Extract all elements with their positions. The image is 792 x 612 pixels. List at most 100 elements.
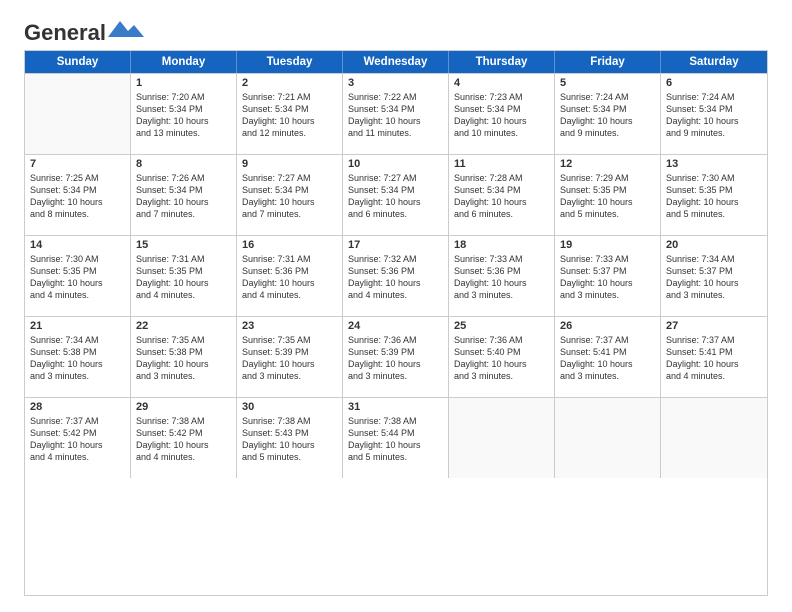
cal-cell	[25, 74, 131, 154]
cal-cell: 25 Sunrise: 7:36 AM Sunset: 5:40 PM Dayli…	[449, 317, 555, 397]
cal-cell: 7 Sunrise: 7:25 AM Sunset: 5:34 PM Daylig…	[25, 155, 131, 235]
cal-cell: 2 Sunrise: 7:21 AM Sunset: 5:34 PM Daylig…	[237, 74, 343, 154]
cell-text: Sunrise: 7:25 AM Sunset: 5:34 PM Dayligh…	[30, 172, 125, 221]
cal-cell: 20 Sunrise: 7:34 AM Sunset: 5:37 PM Dayli…	[661, 236, 767, 316]
day-number: 7	[30, 158, 125, 170]
cal-cell: 14Sunrise: 7:30 AM Sunset: 5:35 PM Dayli…	[25, 236, 131, 316]
cal-cell: 31 Sunrise: 7:38 AM Sunset: 5:44 PM Dayli…	[343, 398, 449, 478]
cal-cell: 11 Sunrise: 7:28 AM Sunset: 5:34 PM Dayli…	[449, 155, 555, 235]
cell-text: Sunrise: 7:33 AM Sunset: 5:36 PM Dayligh…	[454, 253, 549, 302]
day-number: 25	[454, 320, 549, 332]
cell-text: Sunrise: 7:27 AM Sunset: 5:34 PM Dayligh…	[242, 172, 337, 221]
cell-text: Sunrise: 7:31 AM Sunset: 5:36 PM Dayligh…	[242, 253, 337, 302]
calendar: SundayMondayTuesdayWednesdayThursdayFrid…	[24, 50, 768, 596]
cell-text: Sunrise: 7:26 AM Sunset: 5:34 PM Dayligh…	[136, 172, 231, 221]
cal-cell: 24Sunrise: 7:36 AM Sunset: 5:39 PM Dayli…	[343, 317, 449, 397]
cell-text: Sunrise: 7:22 AM Sunset: 5:34 PM Dayligh…	[348, 91, 443, 140]
header-day-sunday: Sunday	[25, 51, 131, 73]
day-number: 2	[242, 77, 337, 89]
cal-cell: 18 Sunrise: 7:33 AM Sunset: 5:36 PM Dayli…	[449, 236, 555, 316]
day-number: 19	[560, 239, 655, 251]
day-number: 31	[348, 401, 443, 413]
day-number: 21	[30, 320, 125, 332]
cal-cell: 3 Sunrise: 7:22 AM Sunset: 5:34 PM Daylig…	[343, 74, 449, 154]
day-number: 26	[560, 320, 655, 332]
day-number: 4	[454, 77, 549, 89]
cal-cell: 28 Sunrise: 7:37 AM Sunset: 5:42 PM Dayli…	[25, 398, 131, 478]
cal-cell: 15Sunrise: 7:31 AM Sunset: 5:35 PM Dayli…	[131, 236, 237, 316]
logo-text: General	[24, 20, 106, 46]
day-number: 11	[454, 158, 549, 170]
day-number: 1	[136, 77, 231, 89]
cal-cell	[555, 398, 661, 478]
cell-text: Sunrise: 7:37 AM Sunset: 5:41 PM Dayligh…	[666, 334, 762, 383]
cal-cell: 19 Sunrise: 7:33 AM Sunset: 5:37 PM Dayli…	[555, 236, 661, 316]
cal-cell: 12Sunrise: 7:29 AM Sunset: 5:35 PM Dayli…	[555, 155, 661, 235]
cell-text: Sunrise: 7:36 AM Sunset: 5:40 PM Dayligh…	[454, 334, 549, 383]
cal-cell: 21Sunrise: 7:34 AM Sunset: 5:38 PM Dayli…	[25, 317, 131, 397]
cal-cell: 9 Sunrise: 7:27 AM Sunset: 5:34 PM Daylig…	[237, 155, 343, 235]
cell-text: Sunrise: 7:37 AM Sunset: 5:42 PM Dayligh…	[30, 415, 125, 464]
cell-text: Sunrise: 7:30 AM Sunset: 5:35 PM Dayligh…	[666, 172, 762, 221]
day-number: 10	[348, 158, 443, 170]
cell-text: Sunrise: 7:21 AM Sunset: 5:34 PM Dayligh…	[242, 91, 337, 140]
cal-cell: 16 Sunrise: 7:31 AM Sunset: 5:36 PM Dayli…	[237, 236, 343, 316]
cal-cell	[449, 398, 555, 478]
calendar-body: 1 Sunrise: 7:20 AM Sunset: 5:34 PM Daylig…	[25, 73, 767, 478]
cell-text: Sunrise: 7:37 AM Sunset: 5:41 PM Dayligh…	[560, 334, 655, 383]
cell-text: Sunrise: 7:23 AM Sunset: 5:34 PM Dayligh…	[454, 91, 549, 140]
day-number: 23	[242, 320, 337, 332]
cell-text: Sunrise: 7:38 AM Sunset: 5:43 PM Dayligh…	[242, 415, 337, 464]
day-number: 9	[242, 158, 337, 170]
cal-cell: 22Sunrise: 7:35 AM Sunset: 5:38 PM Dayli…	[131, 317, 237, 397]
cal-cell: 10 Sunrise: 7:27 AM Sunset: 5:34 PM Dayli…	[343, 155, 449, 235]
cal-cell: 5Sunrise: 7:24 AM Sunset: 5:34 PM Daylig…	[555, 74, 661, 154]
cell-text: Sunrise: 7:28 AM Sunset: 5:34 PM Dayligh…	[454, 172, 549, 221]
day-number: 22	[136, 320, 231, 332]
cell-text: Sunrise: 7:35 AM Sunset: 5:39 PM Dayligh…	[242, 334, 337, 383]
cal-cell: 13 Sunrise: 7:30 AM Sunset: 5:35 PM Dayli…	[661, 155, 767, 235]
day-number: 20	[666, 239, 762, 251]
week-row-4: 21Sunrise: 7:34 AM Sunset: 5:38 PM Dayli…	[25, 316, 767, 397]
header-day-saturday: Saturday	[661, 51, 767, 73]
day-number: 16	[242, 239, 337, 251]
day-number: 6	[666, 77, 762, 89]
cell-text: Sunrise: 7:38 AM Sunset: 5:44 PM Dayligh…	[348, 415, 443, 464]
cal-cell: 30Sunrise: 7:38 AM Sunset: 5:43 PM Dayli…	[237, 398, 343, 478]
day-number: 28	[30, 401, 125, 413]
cal-cell: 4 Sunrise: 7:23 AM Sunset: 5:34 PM Daylig…	[449, 74, 555, 154]
cell-text: Sunrise: 7:34 AM Sunset: 5:37 PM Dayligh…	[666, 253, 762, 302]
logo-icon	[108, 19, 144, 41]
cell-text: Sunrise: 7:20 AM Sunset: 5:34 PM Dayligh…	[136, 91, 231, 140]
cell-text: Sunrise: 7:31 AM Sunset: 5:35 PM Dayligh…	[136, 253, 231, 302]
header-day-thursday: Thursday	[449, 51, 555, 73]
day-number: 13	[666, 158, 762, 170]
day-number: 27	[666, 320, 762, 332]
day-number: 29	[136, 401, 231, 413]
day-number: 5	[560, 77, 655, 89]
cell-text: Sunrise: 7:36 AM Sunset: 5:39 PM Dayligh…	[348, 334, 443, 383]
cal-cell: 29Sunrise: 7:38 AM Sunset: 5:42 PM Dayli…	[131, 398, 237, 478]
week-row-3: 14Sunrise: 7:30 AM Sunset: 5:35 PM Dayli…	[25, 235, 767, 316]
cell-text: Sunrise: 7:24 AM Sunset: 5:34 PM Dayligh…	[666, 91, 762, 140]
header-day-monday: Monday	[131, 51, 237, 73]
week-row-1: 1 Sunrise: 7:20 AM Sunset: 5:34 PM Daylig…	[25, 73, 767, 154]
cal-cell: 17Sunrise: 7:32 AM Sunset: 5:36 PM Dayli…	[343, 236, 449, 316]
day-number: 12	[560, 158, 655, 170]
header-day-tuesday: Tuesday	[237, 51, 343, 73]
cell-text: Sunrise: 7:33 AM Sunset: 5:37 PM Dayligh…	[560, 253, 655, 302]
cal-cell: 8 Sunrise: 7:26 AM Sunset: 5:34 PM Daylig…	[131, 155, 237, 235]
day-number: 18	[454, 239, 549, 251]
day-number: 3	[348, 77, 443, 89]
cal-cell	[661, 398, 767, 478]
day-number: 14	[30, 239, 125, 251]
cal-cell: 26 Sunrise: 7:37 AM Sunset: 5:41 PM Dayli…	[555, 317, 661, 397]
day-number: 8	[136, 158, 231, 170]
calendar-header: SundayMondayTuesdayWednesdayThursdayFrid…	[25, 51, 767, 73]
cal-cell: 27 Sunrise: 7:37 AM Sunset: 5:41 PM Dayli…	[661, 317, 767, 397]
header-day-wednesday: Wednesday	[343, 51, 449, 73]
page: General SundayMondayTuesdayWednesdayThur…	[0, 0, 792, 612]
week-row-5: 28 Sunrise: 7:37 AM Sunset: 5:42 PM Dayli…	[25, 397, 767, 478]
cell-text: Sunrise: 7:27 AM Sunset: 5:34 PM Dayligh…	[348, 172, 443, 221]
header: General	[24, 20, 768, 38]
